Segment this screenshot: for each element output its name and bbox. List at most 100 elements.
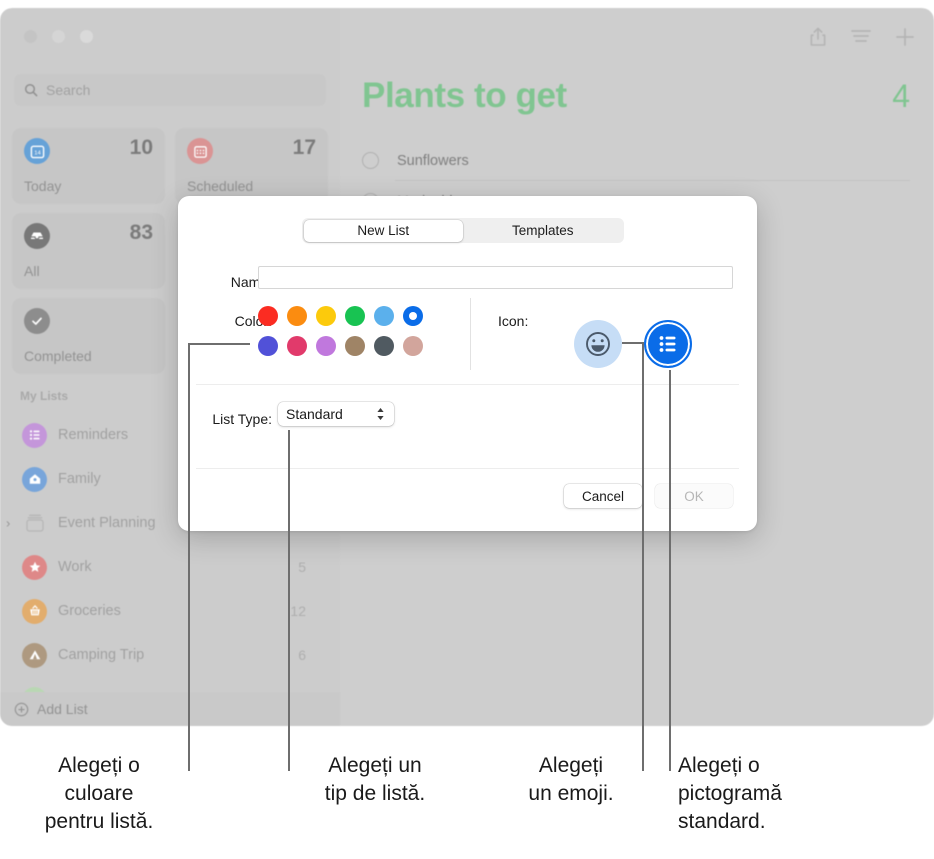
callout-standard-icon: Alegeți o pictogramă standard.	[678, 752, 918, 836]
window-traffic-lights[interactable]	[24, 30, 93, 43]
chevron-up-down-icon	[375, 406, 386, 422]
calendar-icon	[187, 138, 213, 164]
color-swatch-green[interactable]	[345, 306, 365, 326]
list-type-label: List Type:	[212, 411, 272, 427]
search-field[interactable]: Search	[14, 74, 326, 106]
icon-label: Icon:	[498, 313, 529, 329]
callout-line: tip de listă.	[324, 782, 426, 806]
reminder-count: 4	[892, 78, 910, 114]
list-item-label: Camping Trip	[58, 647, 145, 663]
color-swatch-brown[interactable]	[345, 336, 365, 356]
star-icon	[22, 554, 47, 580]
leader-line-color-vertical	[188, 343, 190, 771]
list-type-select[interactable]: Standard	[278, 402, 394, 426]
callout-line: standard.	[678, 810, 766, 834]
plus-circle-icon	[14, 702, 29, 717]
callout-line: culoare	[64, 782, 134, 806]
callout-line: Alegeți	[538, 754, 604, 777]
callout-line: Alegeți o	[678, 754, 760, 777]
reminder-text: Sunflowers	[397, 152, 469, 169]
reminder-checkbox[interactable]	[362, 152, 379, 169]
dialog-vertical-divider	[470, 298, 471, 370]
name-input[interactable]	[258, 266, 733, 289]
folder-icon	[22, 511, 47, 536]
content-toolbar	[808, 26, 916, 48]
basket-icon	[22, 598, 47, 624]
smart-list-today[interactable]: 14 10 Today	[12, 128, 165, 204]
minimize-button[interactable]	[52, 30, 65, 43]
list-item-count: 6	[298, 647, 306, 663]
color-swatch-graphite[interactable]	[374, 336, 394, 356]
smart-list-scheduled[interactable]: 17 Scheduled	[175, 128, 328, 204]
smart-list-label: Completed	[24, 348, 92, 364]
smart-list-label: All	[24, 263, 40, 279]
list-item-label: Reminders	[58, 427, 129, 443]
color-swatch-dustyrose[interactable]	[403, 336, 423, 356]
house-icon	[22, 466, 47, 492]
list-item-count: 5	[298, 559, 306, 575]
list-type-value: Standard	[286, 406, 343, 422]
leader-line-emoji-horizontal	[622, 342, 644, 344]
color-swatch-blue[interactable]	[403, 306, 423, 326]
leader-line-color-horizontal	[188, 343, 250, 345]
smart-list-label: Today	[24, 178, 62, 194]
color-swatch-pink[interactable]	[287, 336, 307, 356]
callout-line: Alegeți o	[58, 754, 140, 777]
list-item-label: Family	[58, 471, 101, 487]
add-list-label: Add List	[37, 701, 88, 717]
smart-list-completed[interactable]: Completed	[12, 298, 165, 374]
callout-emoji: Alegeți un emoji.	[500, 752, 642, 808]
smart-list-count: 17	[292, 136, 316, 159]
leader-line-emoji-vertical	[642, 342, 644, 771]
share-icon[interactable]	[808, 26, 828, 48]
svg-text:14: 14	[34, 150, 41, 156]
color-swatch-red[interactable]	[258, 306, 278, 326]
smart-list-all[interactable]: 83 All	[12, 213, 165, 289]
callout-line: pentru listă.	[44, 810, 154, 834]
color-swatch-orange[interactable]	[287, 306, 307, 326]
color-swatch-grid	[258, 306, 450, 356]
emoji-smiley-icon[interactable]	[574, 320, 622, 368]
zoom-button[interactable]	[80, 30, 93, 43]
color-swatch-indigo[interactable]	[258, 336, 278, 356]
color-swatch-yellow[interactable]	[316, 306, 336, 326]
tab-new-list[interactable]: New List	[303, 219, 463, 242]
callout-list-type: Alegeți un tip de listă.	[295, 752, 455, 808]
close-button[interactable]	[24, 30, 37, 43]
smart-list-label: Scheduled	[187, 178, 254, 194]
my-lists-header: My Lists	[20, 389, 69, 403]
list-item-label: Event Planning	[58, 515, 156, 531]
dialog-divider-bottom	[196, 468, 739, 469]
list-item-label: Work	[58, 559, 92, 575]
ok-button[interactable]: OK	[655, 484, 733, 508]
reminder-item[interactable]: Sunflowers	[362, 140, 910, 181]
screenshot-root: Search 14 10 Today 17 Scheduled 83 All C…	[0, 0, 934, 859]
smart-list-count: 83	[129, 221, 153, 244]
leader-line-standard	[669, 370, 671, 771]
tab-templates[interactable]: Templates	[463, 220, 623, 242]
chevron-right-icon[interactable]: ›	[6, 516, 10, 531]
page-title: Plants to get	[362, 76, 567, 115]
list-options-icon[interactable]	[850, 28, 872, 46]
search-placeholder: Search	[46, 82, 91, 98]
color-swatch-lightblue[interactable]	[374, 306, 394, 326]
list-item-count: 12	[290, 603, 306, 619]
list-bullet-icon	[22, 422, 47, 448]
calendar-day-icon: 14	[24, 138, 50, 164]
standard-list-icon[interactable]	[644, 320, 692, 368]
dialog-divider-top	[196, 384, 739, 385]
color-swatch-purple[interactable]	[316, 336, 336, 356]
callout-line: un emoji.	[528, 782, 614, 806]
tent-icon	[22, 642, 47, 668]
callout-color: Alegeți o culoare pentru listă.	[10, 752, 188, 836]
dialog-tabs: New List Templates	[302, 218, 624, 243]
leader-line-listtype	[288, 430, 290, 771]
checkmark-icon	[24, 308, 50, 334]
search-icon	[24, 83, 38, 97]
smart-list-count: 10	[129, 136, 153, 159]
callout-line: Alegeți un	[328, 754, 422, 777]
tray-icon	[24, 223, 50, 249]
add-reminder-icon[interactable]	[894, 26, 916, 48]
cancel-button[interactable]: Cancel	[564, 484, 642, 508]
list-item-label: Groceries	[58, 603, 121, 619]
